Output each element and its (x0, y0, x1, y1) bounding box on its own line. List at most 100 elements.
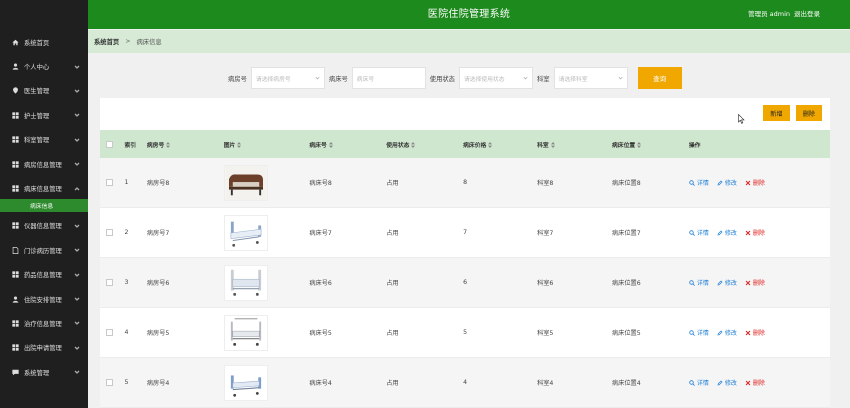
sidebar-item-personal-center[interactable]: 个人中心 (0, 54, 88, 78)
sort-icon (550, 142, 555, 148)
room-select[interactable]: 请选择病房号 (250, 67, 325, 89)
sidebar-item-admission[interactable]: 住院安排管理 (0, 287, 88, 311)
delete-link[interactable]: 删除 (745, 228, 765, 237)
cell-dept: 科室6 (537, 280, 554, 287)
cell-bed: 病床号7 (309, 230, 332, 237)
edit-link[interactable]: 修改 (717, 328, 737, 337)
delete-label: 删除 (752, 180, 765, 187)
row-checkbox[interactable] (106, 179, 114, 186)
detail-link[interactable]: 详情 (689, 328, 709, 337)
sidebar-item-label: 医生管理 (24, 88, 50, 96)
cell-image (223, 214, 310, 251)
edit-label: 修改 (724, 330, 737, 337)
chevron-down-icon (74, 296, 80, 302)
header-position[interactable]: 病床位置 (612, 140, 689, 149)
cell-ops: 详情 修改 删除 (689, 328, 830, 337)
cell-status: 占用 (386, 280, 399, 287)
cell-bed: 病床号5 (309, 330, 332, 337)
header-dept[interactable]: 科室 (537, 140, 612, 149)
row-checkbox[interactable] (106, 379, 114, 386)
delete-link[interactable]: 删除 (745, 178, 765, 187)
bed-label: 病床号 (328, 75, 348, 83)
select-all-checkbox[interactable] (106, 140, 114, 148)
header-op: 操作 (688, 142, 701, 149)
pencil-icon (717, 330, 723, 335)
detail-label: 详情 (696, 330, 709, 337)
chevron-down-icon (74, 112, 80, 118)
edit-link[interactable]: 修改 (717, 178, 737, 187)
table-row: 1 病房号8 病床号8 占用 8 科室8 病床位置8 详情 修改 删除 (100, 158, 830, 208)
cell-position: 病床位置6 (612, 280, 641, 287)
chevron-down-icon (74, 247, 80, 253)
detail-label: 详情 (696, 380, 709, 387)
header-status[interactable]: 使用状态 (386, 140, 463, 149)
detail-link[interactable]: 详情 (689, 178, 709, 187)
status-select[interactable]: 请选择使用状态 (458, 67, 533, 89)
cell-position: 病床位置8 (612, 180, 641, 187)
grid-icon (11, 344, 19, 352)
pencil-icon (717, 380, 723, 385)
sidebar-item-outpatient[interactable]: 门诊病历管理 (0, 238, 88, 262)
pencil-icon (717, 180, 723, 185)
logout-link[interactable]: 退出登录 (794, 0, 820, 29)
header-price[interactable]: 病床价格 (463, 140, 537, 149)
table-row: 4 病房号5 病床号5 占用 5 科室5 病床位置5 详情 修改 删除 (100, 308, 830, 358)
sidebar-item-ward-info[interactable]: 病房信息管理 (0, 152, 88, 176)
detail-link[interactable]: 详情 (689, 278, 709, 287)
detail-link[interactable]: 详情 (689, 378, 709, 387)
bed-input[interactable]: 病床号 (351, 67, 426, 89)
sidebar-item-label: 治疗信息管理 (24, 320, 62, 328)
add-button[interactable]: 新增 (763, 105, 790, 121)
header-image[interactable]: 图片 (224, 140, 310, 149)
delete-link[interactable]: 删除 (745, 328, 765, 337)
edit-link[interactable]: 修改 (717, 278, 737, 287)
delete-link[interactable]: 删除 (745, 278, 765, 287)
cell-room: 病房号5 (146, 330, 170, 337)
row-checkbox[interactable] (106, 329, 114, 336)
sidebar-item-bed-info[interactable]: 病床信息管理 (0, 176, 88, 200)
dept-select[interactable]: 请选择科室 (553, 67, 628, 89)
cell-index: 5 (124, 379, 129, 386)
select-all-cell (100, 140, 119, 148)
sidebar-item-treatment[interactable]: 治疗信息管理 (0, 311, 88, 335)
sidebar-item-doctor[interactable]: 医生管理 (0, 79, 88, 103)
sidebar-item-instrument[interactable]: 仪器信息管理 (0, 214, 88, 238)
chevron-up-icon (74, 186, 80, 192)
cell-ops: 详情 修改 删除 (689, 378, 830, 387)
sort-icon (237, 142, 242, 148)
breadcrumb-home[interactable]: 系统首页 (94, 37, 119, 46)
close-icon (745, 180, 751, 185)
grid-icon (11, 111, 19, 119)
grid-icon (11, 136, 19, 144)
edit-link[interactable]: 修改 (717, 378, 737, 387)
sidebar-item-medicine[interactable]: 药品信息管理 (0, 263, 88, 287)
header-room[interactable]: 病房号 (147, 140, 224, 149)
sidebar-item-nurse[interactable]: 护士管理 (0, 103, 88, 127)
cell-dept: 科室5 (537, 330, 554, 337)
doc-icon (11, 246, 19, 254)
row-checkbox[interactable] (106, 279, 114, 286)
delete-button[interactable]: 删除 (795, 105, 822, 121)
edit-label: 修改 (724, 230, 737, 237)
detail-link[interactable]: 详情 (689, 228, 709, 237)
row-checkbox[interactable] (106, 229, 114, 236)
query-button[interactable]: 查询 (637, 67, 682, 89)
sidebar-item-label: 药品信息管理 (24, 272, 62, 280)
header-bed[interactable]: 病床号 (309, 140, 386, 149)
sidebar-item-home[interactable]: 系统首页 (0, 30, 88, 54)
cell-position: 病床位置5 (612, 330, 641, 337)
sidebar-item-discharge[interactable]: 出院申请管理 (0, 336, 88, 360)
delete-link[interactable]: 删除 (745, 378, 765, 387)
sidebar-item-system[interactable]: 系统管理 (0, 360, 88, 384)
sidebar-item-label: 病房信息管理 (24, 161, 62, 169)
cell-status: 占用 (386, 230, 399, 237)
row-select-cell (100, 279, 119, 286)
home-icon (11, 38, 19, 46)
header-status-label: 使用状态 (386, 142, 410, 149)
bed-photo (223, 264, 268, 301)
user-icon (11, 63, 19, 71)
header-position-label: 病床位置 (612, 142, 636, 149)
edit-link[interactable]: 修改 (717, 228, 737, 237)
sidebar-item-department[interactable]: 科室管理 (0, 128, 88, 152)
breadcrumb: 系统首页 > 病床信息 (88, 30, 850, 53)
